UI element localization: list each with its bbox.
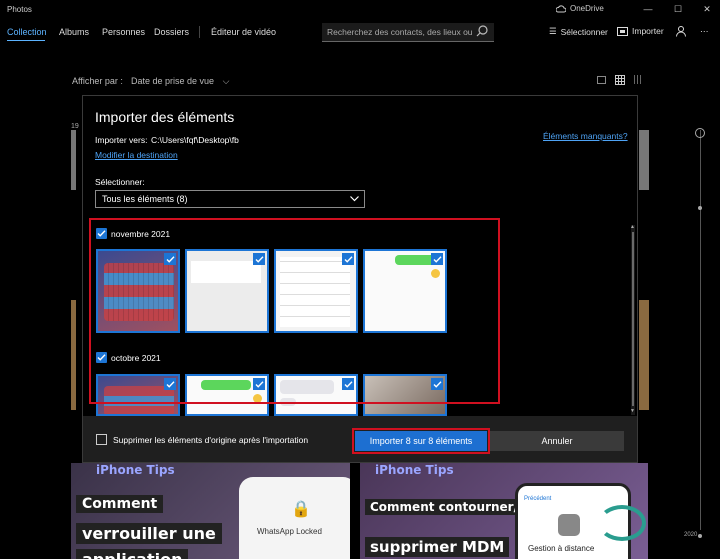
timeline-marker[interactable] (698, 206, 702, 210)
maximize-icon[interactable]: ☐ (670, 2, 686, 16)
view-by-label: Afficher par : (72, 76, 123, 86)
tab-albums[interactable]: Albums (59, 27, 89, 37)
chevron-down-icon: ⌵ (222, 76, 230, 86)
photo-tile-whatsapp[interactable]: iPhone Tips Comment verrouiller une appl… (71, 463, 350, 559)
select-value: Tous les éléments (8) (102, 194, 188, 204)
photo-tile[interactable] (639, 130, 649, 190)
section-date: 19 (71, 123, 79, 130)
tile-text: Précédent (524, 496, 552, 502)
search-placeholder: Recherchez des contacts, des lieux ou (327, 27, 473, 37)
select-list-icon: ☰ (549, 26, 557, 36)
cloud-icon (556, 4, 566, 12)
tile-text: Gestion à distance (528, 544, 595, 553)
dialog-scrollbar-thumb[interactable] (632, 232, 634, 406)
import-icon (617, 26, 628, 36)
tile-text: supprimer MDM (365, 537, 510, 557)
highlight-box (89, 218, 500, 404)
select-dropdown[interactable]: Tous les éléments (8) (95, 190, 365, 208)
import-to-label: Importer vers: (95, 135, 148, 145)
title-bar (0, 0, 720, 20)
tab-personnes[interactable]: Personnes (102, 27, 145, 37)
missing-items-link[interactable]: Éléments manquants? (543, 131, 628, 141)
photo-tile[interactable] (71, 300, 76, 410)
import-to-path: C:\Users\fqf\Desktop\fb (151, 135, 239, 145)
timeline-year: 2020 (684, 532, 698, 538)
view-by-value: Date de prise de vue (131, 76, 215, 86)
tile-text: verrouiller une (76, 523, 222, 544)
photo-tile-mdm[interactable]: iPhone Tips Comment contourner/ supprime… (360, 463, 648, 559)
view-by-dropdown[interactable]: Date de prise de vue ⌵ (131, 76, 229, 87)
account-icon[interactable] (676, 26, 686, 37)
delete-originals-checkbox[interactable] (96, 434, 107, 445)
select-label: Sélectionner: (95, 177, 145, 187)
delete-originals-label: Supprimer les éléments d'origine après l… (113, 435, 309, 445)
photo-tile[interactable] (71, 130, 76, 190)
dialog-title: Importer des éléments (95, 109, 235, 125)
chevron-down-icon (350, 196, 359, 202)
phone-mockup: 🔒 WhatsApp Locked (239, 477, 350, 559)
scroll-up-icon[interactable]: ▲ (630, 224, 635, 230)
tab-dossiers[interactable]: Dossiers (154, 27, 189, 37)
select-label: Sélectionner (560, 26, 608, 37)
import-button[interactable]: Importer (617, 26, 664, 36)
onedrive-label: OneDrive (570, 4, 604, 13)
settings-icon (558, 514, 580, 536)
tile-text: iPhone Tips (375, 463, 454, 477)
minimize-icon[interactable]: — (640, 2, 656, 16)
more-options-icon[interactable]: ⋯ (700, 26, 709, 37)
tile-text: iPhone Tips (96, 463, 175, 477)
timeline-marker[interactable] (698, 534, 702, 538)
large-view-icon[interactable] (597, 76, 606, 84)
timeline-track[interactable] (700, 130, 701, 530)
tile-text: WhatsApp Locked (257, 527, 322, 536)
select-button[interactable]: ☰ Sélectionner (549, 26, 608, 37)
medium-view-icon[interactable] (615, 75, 625, 85)
scroll-down-icon[interactable]: ▼ (630, 408, 635, 414)
app-title: Photos (7, 5, 32, 14)
tab-collection[interactable]: Collection (7, 27, 47, 37)
timeline-handle[interactable] (695, 128, 705, 138)
import-label: Importer (632, 26, 664, 36)
onedrive-status[interactable]: OneDrive (556, 4, 604, 13)
active-tab-indicator (7, 40, 45, 41)
arrow-icon (598, 505, 646, 541)
tab-video-editor[interactable]: Éditeur de vidéo (211, 27, 276, 37)
nav-divider (199, 26, 200, 38)
tile-text: Comment (76, 495, 164, 513)
change-destination-link[interactable]: Modifier la destination (95, 150, 178, 160)
tile-text: application (76, 549, 189, 559)
close-icon[interactable]: ✕ (699, 2, 715, 16)
search-icon[interactable] (475, 24, 489, 38)
tile-text: Comment contourner/ (365, 499, 523, 515)
cancel-button[interactable]: Annuler (490, 431, 624, 451)
search-input[interactable]: Recherchez des contacts, des lieux ou (322, 23, 494, 42)
small-view-icon[interactable] (634, 75, 643, 84)
lock-icon: 🔒 (291, 501, 311, 518)
import-confirm-button[interactable]: Importer 8 sur 8 éléments (355, 431, 487, 451)
photo-tile[interactable] (639, 300, 649, 410)
